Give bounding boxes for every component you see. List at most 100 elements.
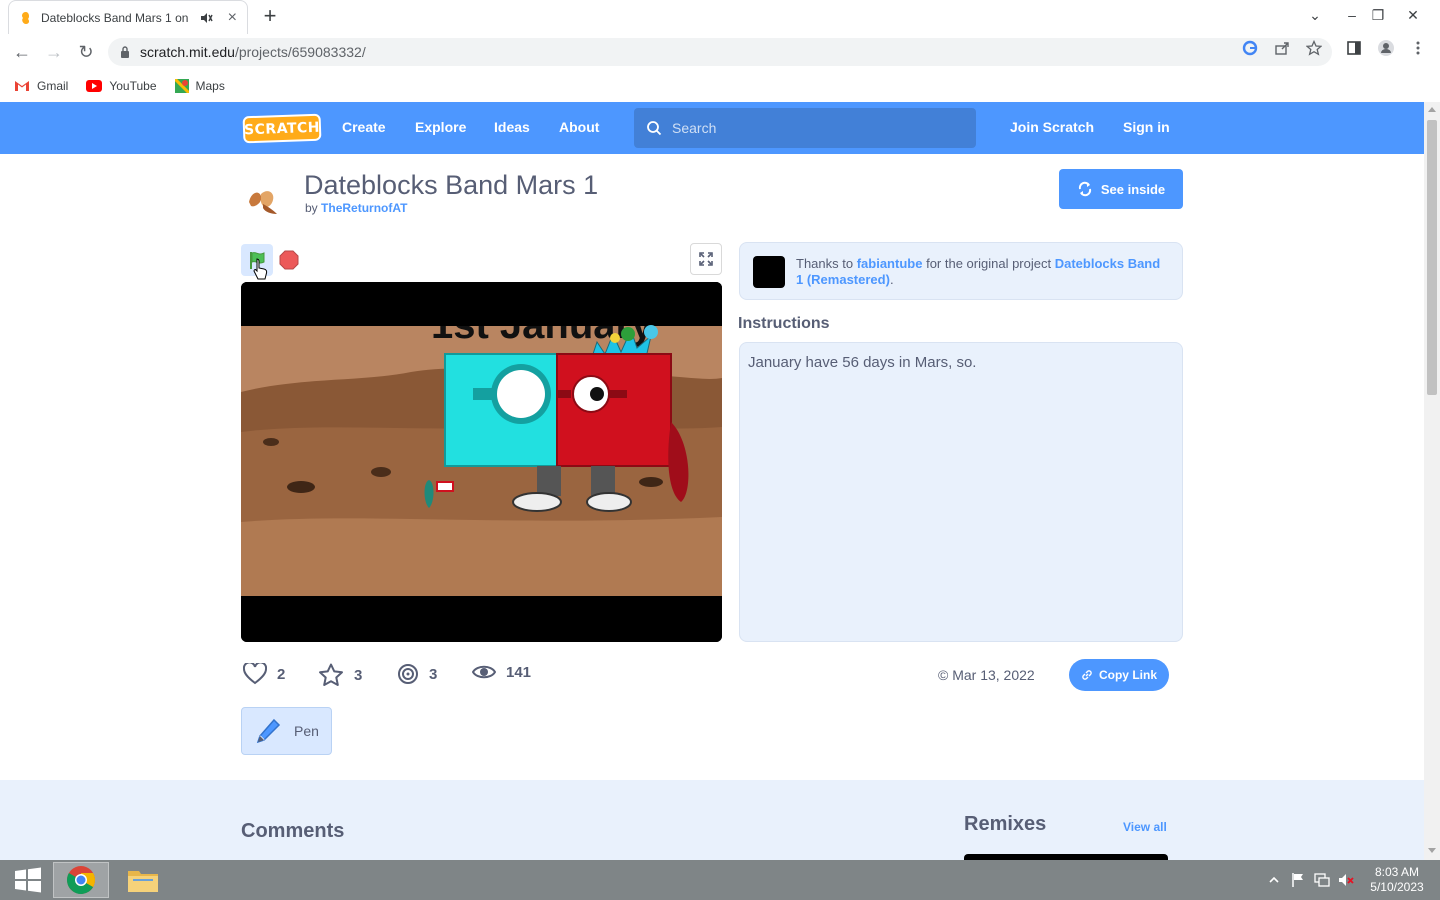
close-window-button[interactable]: ✕ — [1396, 0, 1430, 30]
shoe — [512, 492, 562, 512]
menu-kebab-icon[interactable] — [1410, 40, 1426, 56]
network-icon[interactable] — [1314, 872, 1330, 888]
taskbar-clock[interactable]: 8:03 AM 5/10/2023 — [1360, 865, 1434, 895]
shoe — [586, 492, 632, 512]
love-stat[interactable]: 2 — [243, 663, 285, 685]
taskbar-file-explorer[interactable] — [115, 862, 171, 898]
new-tab-button[interactable]: + — [258, 3, 282, 28]
search-input[interactable] — [672, 120, 952, 136]
address-bar[interactable]: scratch.mit.edu/projects/659083332/ — [108, 38, 1332, 66]
show-hidden-icons-icon[interactable] — [1266, 872, 1282, 888]
copy-link-button[interactable]: Copy Link — [1069, 659, 1169, 691]
author-link[interactable]: TheReturnofAT — [321, 201, 407, 215]
restore-button[interactable]: ❐ — [1361, 0, 1395, 30]
side-panel-icon[interactable] — [1346, 40, 1362, 56]
youtube-icon — [86, 80, 103, 92]
start-button[interactable] — [0, 862, 56, 898]
bookmarks-bar: Gmail YouTube Maps — [0, 70, 1440, 102]
search-bar — [634, 108, 976, 148]
instructions-heading: Instructions — [738, 315, 830, 332]
bookmark-youtube[interactable]: YouTube — [86, 79, 157, 93]
browser-tab-bar: Dateblocks Band Mars 1 on Scratch × + ⌄ … — [0, 0, 1440, 34]
bookmark-gmail[interactable]: Gmail — [14, 79, 68, 93]
scratch-logo[interactable]: SCRATCH — [242, 113, 322, 144]
instructions-body: January have 56 days in Mars, so. — [739, 342, 1183, 642]
profile-avatar-icon[interactable] — [1378, 40, 1394, 56]
fullscreen-button[interactable] — [690, 243, 722, 275]
project-title: Dateblocks Band Mars 1 — [304, 170, 599, 200]
hat-bobble — [644, 325, 658, 339]
nav-about[interactable]: About — [559, 119, 599, 135]
windows-taskbar: 8:03 AM 5/10/2023 — [0, 860, 1440, 900]
view-all-remixes-link[interactable]: View all — [1123, 820, 1167, 834]
favorite-stat[interactable]: 3 — [318, 663, 362, 687]
sign-in-link[interactable]: Sign in — [1123, 119, 1170, 135]
action-center-flag-icon[interactable] — [1290, 872, 1306, 888]
chrome-icon — [66, 865, 96, 895]
see-inside-button[interactable]: See inside — [1059, 169, 1183, 209]
pen-icon — [254, 717, 282, 745]
scratch-navbar: SCRATCH Create Explore Ideas About Join … — [0, 102, 1424, 154]
gmail-icon — [14, 80, 30, 92]
scroll-up-arrow-icon[interactable] — [1428, 107, 1436, 112]
see-inside-icon — [1077, 181, 1093, 197]
url-text: scratch.mit.edu/projects/659083332/ — [140, 44, 366, 60]
bookmark-maps[interactable]: Maps — [174, 79, 225, 93]
forward-button[interactable]: → — [42, 40, 66, 64]
tab-close-icon[interactable]: × — [228, 9, 237, 27]
back-button[interactable]: ← — [10, 40, 34, 64]
star-icon — [318, 663, 344, 687]
rock — [371, 467, 391, 477]
join-scratch-link[interactable]: Join Scratch — [1010, 119, 1094, 135]
audio-playing-icon[interactable] — [199, 11, 213, 25]
stop-button[interactable] — [279, 250, 299, 270]
author-avatar[interactable] — [245, 182, 281, 218]
rock — [263, 438, 279, 446]
hat-bobble — [610, 333, 620, 343]
mouse-cursor-icon — [253, 258, 269, 282]
nav-ideas[interactable]: Ideas — [494, 119, 530, 135]
comments-remixes-section: Comments Remixes View all — [0, 780, 1424, 860]
bookmark-star-icon[interactable] — [1306, 40, 1322, 56]
share-icon[interactable] — [1274, 40, 1290, 56]
project-date: © Mar 13, 2022 — [938, 667, 1035, 683]
extension-chip-pen: Pen — [241, 707, 332, 755]
scroll-down-arrow-icon[interactable] — [1428, 848, 1436, 853]
lock-icon — [120, 46, 130, 58]
hat-bobble — [621, 327, 635, 341]
comments-heading: Comments — [241, 820, 345, 842]
browser-tab[interactable]: Dateblocks Band Mars 1 on Scratch × — [8, 0, 248, 34]
taskbar-chrome[interactable] — [53, 862, 109, 898]
nav-create[interactable]: Create — [342, 119, 386, 135]
google-translate-icon[interactable] — [1242, 40, 1258, 56]
original-author-avatar[interactable] — [753, 256, 785, 288]
mars-sand — [241, 517, 722, 596]
page-viewport: SCRATCH Create Explore Ideas About Join … — [0, 102, 1424, 860]
fullscreen-icon — [699, 252, 713, 266]
credits-panel: Thanks to fabiantube for the original pr… — [739, 242, 1183, 300]
scratch-favicon-icon — [19, 11, 33, 25]
browser-toolbar: ← → ↻ scratch.mit.edu/projects/659083332… — [0, 34, 1440, 70]
search-icon — [646, 120, 662, 136]
windows-logo-icon — [14, 867, 42, 893]
rock — [639, 477, 663, 487]
page-scrollbar[interactable] — [1424, 102, 1440, 860]
link-icon — [1081, 669, 1093, 681]
credits-text: Thanks to fabiantube for the original pr… — [796, 256, 1161, 287]
remixes-heading: Remixes — [964, 813, 1047, 835]
volume-muted-icon[interactable] — [1338, 872, 1354, 888]
small-sign — [436, 481, 454, 492]
eye-icon — [472, 663, 496, 681]
tab-title: Dateblocks Band Mars 1 on Scratch — [41, 10, 191, 25]
tab-search-icon[interactable]: ⌄ — [1298, 0, 1332, 30]
project-stage[interactable]: 1st January — [241, 282, 722, 642]
nav-explore[interactable]: Explore — [415, 119, 466, 135]
scroll-thumb[interactable] — [1427, 120, 1437, 395]
project-author-line: by TheReturnofAT — [305, 201, 408, 215]
reload-button[interactable]: ↻ — [74, 40, 98, 64]
red-numberblock — [556, 353, 672, 467]
original-author-link[interactable]: fabiantube — [857, 256, 923, 271]
rock — [287, 481, 315, 493]
maps-icon — [174, 79, 189, 93]
remix-stat: 3 — [397, 663, 437, 685]
